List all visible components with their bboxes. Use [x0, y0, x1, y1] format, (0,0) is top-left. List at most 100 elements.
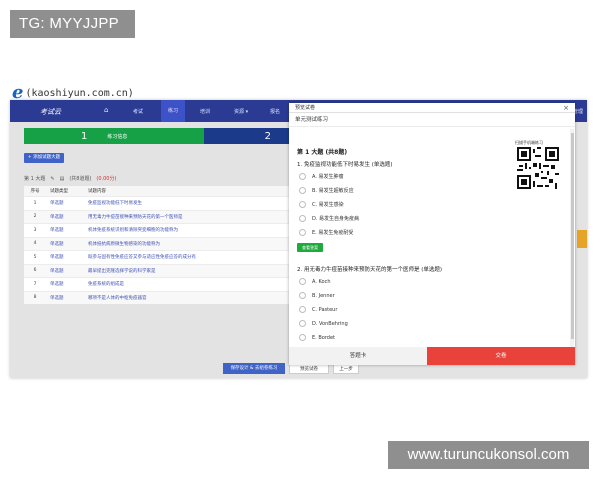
watermark: www.turuncukonsol.com	[388, 441, 589, 469]
step-1[interactable]: 1 练习信息	[24, 128, 204, 144]
radio-icon[interactable]	[299, 201, 306, 208]
step-1-number: 1	[81, 130, 88, 142]
option-label: C. 易发生感染	[312, 202, 344, 208]
row-type: 单选题	[50, 201, 64, 207]
save-design-button[interactable]: 保存设计 & 去组卷练习	[223, 363, 285, 374]
q2-option-c[interactable]: C. Pasteur	[299, 306, 337, 313]
qr-code-icon	[517, 147, 559, 189]
radio-icon[interactable]	[299, 215, 306, 222]
add-section-button[interactable]: + 添加试题大题	[24, 153, 64, 163]
table-row[interactable]: 4 单选题 机体抵抗病原微生物感染的功能称为	[24, 236, 299, 250]
radio-icon[interactable]	[299, 306, 306, 313]
row-content[interactable]: 最早提出克隆选择学说的科学家是	[88, 268, 299, 274]
radio-icon[interactable]	[299, 278, 306, 285]
row-no: 7	[33, 281, 37, 287]
row-no: 6	[33, 268, 37, 274]
radio-icon[interactable]	[299, 229, 306, 236]
kaoshiyun-logo-icon: e	[12, 82, 24, 103]
modal-scrollbar-thumb[interactable]	[571, 133, 574, 339]
row-content[interactable]: 免疫系统的组成是	[88, 281, 299, 287]
row-type: 单选题	[50, 228, 64, 234]
radio-icon[interactable]	[299, 173, 306, 180]
screenshot-frame: 考试云 ⌂ 考试 练习 培训 资源 ▾ 报名 管理 1 练习信息 2 + 添加试…	[10, 100, 587, 378]
row-content[interactable]: 机体免疫系统识别和清除突变细胞的功能称为	[88, 227, 299, 233]
q1-option-d[interactable]: D. 易发生自身免疫病	[299, 215, 359, 222]
table-row[interactable]: 2 单选题 用无毒力牛痘苗接种来预防天花的第一个医师是	[24, 209, 299, 223]
side-float-tab[interactable]	[577, 230, 587, 248]
row-no: 4	[33, 241, 37, 247]
close-icon[interactable]: ×	[563, 103, 569, 113]
table-row[interactable]: 8 单选题 哪项不是人体的中枢免疫器官	[24, 290, 299, 304]
edit-icon[interactable]: ✎	[50, 176, 54, 182]
step-progress-bar: 1 练习信息 2	[24, 128, 298, 144]
app-brand: 考试云	[40, 108, 61, 116]
option-label: A. 易发生肿瘤	[312, 174, 344, 180]
q2-option-e[interactable]: E. Bordet	[299, 334, 335, 341]
site-url: (kaoshiyun.com.cn)	[25, 87, 134, 99]
row-type: 单选题	[50, 295, 64, 301]
qr-label: 扫描手机端练习	[515, 140, 543, 145]
option-label: B. 易发生超敏反应	[312, 188, 354, 194]
nav-training[interactable]: 培训	[200, 108, 210, 115]
q1-option-e[interactable]: E. 易发生免疫耐受	[299, 229, 353, 236]
modal-title: 预览试卷	[295, 105, 316, 111]
col-content: 试题内容	[88, 189, 106, 194]
q1-option-c[interactable]: C. 易发生感染	[299, 201, 344, 208]
nav-resources[interactable]: 资源 ▾	[234, 108, 248, 115]
modal-subtitle: 单元测试练习	[289, 113, 575, 127]
submit-button[interactable]: 交卷	[427, 347, 575, 365]
table-row[interactable]: 5 单选题 既参与固有性免疫应答又参与适应性免疫应答的成分有	[24, 250, 299, 264]
question-count: (共8道题)	[69, 176, 92, 182]
row-no: 1	[33, 200, 37, 206]
q1-option-b[interactable]: B. 易发生超敏反应	[299, 187, 354, 194]
option-label: C. Pasteur	[312, 306, 338, 313]
nav-exam[interactable]: 考试	[133, 108, 143, 115]
q2-option-a[interactable]: A. Koch	[299, 278, 331, 285]
table-row[interactable]: 1 单选题 免疫监视功能低下时易发生	[24, 196, 299, 210]
row-type: 单选题	[50, 255, 64, 261]
row-content[interactable]: 机体抵抗病原微生物感染的功能称为	[88, 241, 299, 247]
option-label: D. 易发生自身免疫病	[312, 216, 360, 222]
section-score: (0.00分)	[96, 176, 117, 182]
row-content[interactable]: 既参与固有性免疫应答又参与适应性免疫应答的成分有	[88, 254, 299, 260]
radio-icon[interactable]	[299, 334, 306, 341]
table-header: 序号 试题类型 试题内容	[24, 186, 299, 196]
table-row[interactable]: 6 单选题 最早提出克隆选择学说的科学家是	[24, 263, 299, 277]
radio-icon[interactable]	[299, 292, 306, 299]
nav-practice[interactable]: 练习	[161, 100, 186, 122]
table-row[interactable]: 7 单选题 免疫系统的组成是	[24, 277, 299, 291]
preview-modal: 预览试卷 × 单元测试练习 第 1 大题 (共8题) 扫描手机端练习 1. 免疫…	[289, 103, 575, 365]
row-type: 单选题	[50, 214, 64, 220]
row-content[interactable]: 用无毒力牛痘苗接种来预防天花的第一个医师是	[88, 214, 299, 220]
row-no: 8	[33, 295, 37, 301]
row-no: 2	[33, 214, 37, 220]
chart-icon[interactable]: ▤	[60, 176, 65, 182]
question-1-text: 1. 免疫监视功能低下时易发生 (单选题)	[297, 162, 393, 168]
section-meta: 第 1 大题 ✎ ▤ (共8道题) (0.00分)	[24, 175, 117, 183]
row-content[interactable]: 哪项不是人体的中枢免疫器官	[88, 295, 299, 301]
row-no: 3	[33, 227, 37, 233]
row-type: 单选题	[50, 268, 64, 274]
option-label: E. 易发生免疫耐受	[312, 230, 354, 236]
show-answer-button[interactable]: 查看答案	[297, 243, 323, 252]
modal-footer: 答题卡 交卷	[289, 347, 575, 365]
step-2[interactable]: 2	[204, 128, 298, 144]
q2-option-d[interactable]: D. VonBehring	[299, 320, 348, 327]
home-icon[interactable]: ⌂	[104, 106, 108, 114]
nav-signup[interactable]: 报名	[270, 108, 280, 115]
row-no: 5	[33, 254, 37, 260]
site-caption: e (kaoshiyun.com.cn)	[12, 82, 134, 103]
col-no: 序号	[30, 189, 40, 194]
answer-card-button[interactable]: 答题卡	[289, 347, 427, 365]
col-type: 试题类型	[50, 189, 68, 194]
q1-option-a[interactable]: A. 易发生肿瘤	[299, 173, 344, 180]
radio-icon[interactable]	[299, 320, 306, 327]
table-row[interactable]: 3 单选题 机体免疫系统识别和清除突变细胞的功能称为	[24, 223, 299, 237]
q2-option-b[interactable]: B. Jenner	[299, 292, 335, 299]
row-content[interactable]: 免疫监视功能低下时易发生	[88, 200, 299, 206]
option-label: A. Koch	[312, 278, 331, 285]
section-label: 第 1 大题	[24, 176, 46, 182]
radio-icon[interactable]	[299, 187, 306, 194]
questions-table: 序号 试题类型 试题内容 1 单选题 免疫监视功能低下时易发生 2 单选题 用无毒力牛痘…	[24, 186, 299, 304]
question-2-text: 2. 用无毒力牛痘苗接种来预防天花的第一个医师是 (单选题)	[297, 267, 443, 273]
